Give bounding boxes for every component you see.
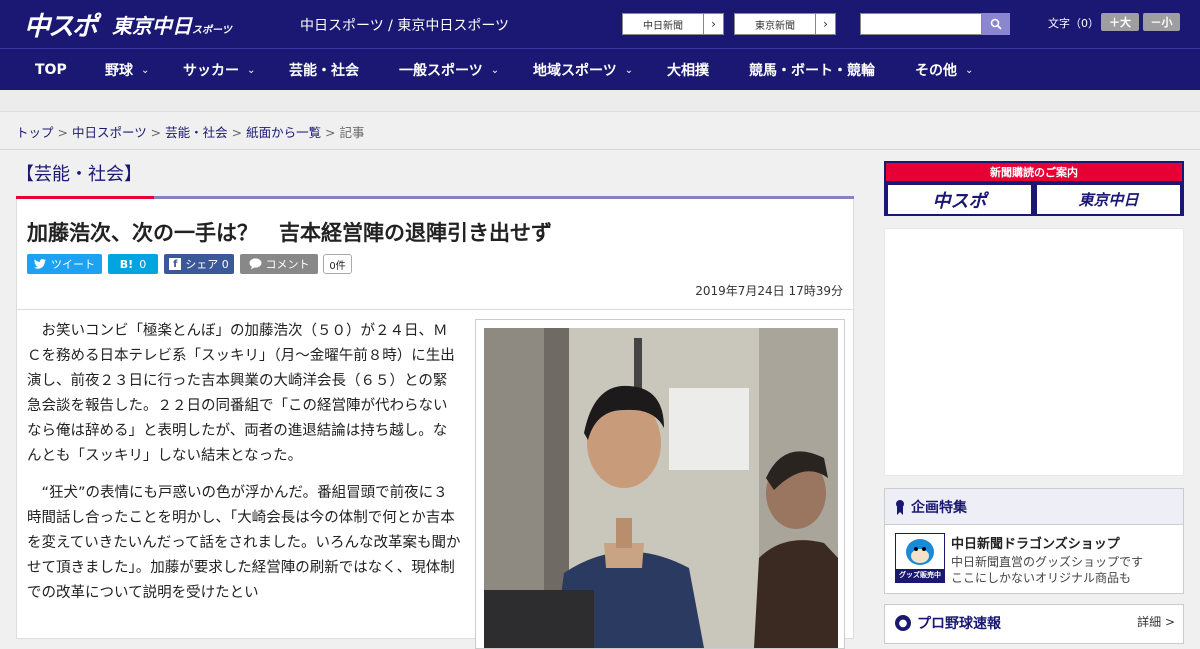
ad-box	[884, 228, 1184, 476]
twitter-bird-icon	[34, 259, 46, 269]
nav-item-label: 芸能・社会	[289, 63, 359, 79]
nav-item-sumo[interactable]: 大相撲	[667, 49, 709, 91]
breadcrumb: トップ > 中日スポーツ > 芸能・社会 > 紙面から一覧 > 記事	[16, 122, 365, 141]
feature-box: 企画特集 グッズ販売中 中日新聞ドラゴンズショップ 中日新聞直営のグッズショップ…	[884, 488, 1184, 594]
tokyo-chunichi-logo-text: 東京中日	[112, 14, 192, 38]
breadcrumb-current: 記事	[339, 125, 365, 140]
tokyo-chunichi-logo[interactable]: 東京中日スポーツ	[112, 10, 232, 39]
article-photo[interactable]	[475, 319, 845, 649]
feature-box-header: 企画特集	[885, 489, 1183, 525]
pro-baseball-title-text: プロ野球速報	[917, 616, 1001, 632]
divider	[17, 309, 853, 310]
subscription-tokyo-chunichi-link[interactable]: 東京中日	[1037, 185, 1180, 214]
publish-date: 2019年7月24日 17時39分	[695, 284, 843, 298]
tweet-label: ツイート	[51, 258, 95, 271]
tokyo-chunichi-logo-sub: スポーツ	[192, 25, 232, 36]
chevron-down-icon: ⌄	[141, 64, 150, 76]
facebook-icon: f	[169, 258, 182, 270]
breadcrumb-link-entertainment[interactable]: 芸能・社会	[165, 125, 228, 140]
search-button[interactable]	[982, 13, 1010, 35]
nav-item-racing[interactable]: 競馬・ボート・競輪	[749, 49, 875, 91]
breadcrumb-link-paper-list[interactable]: 紙面から一覧	[246, 125, 321, 140]
tokyo-shimbun-link[interactable]: 東京新聞 ›	[734, 13, 836, 35]
dragons-shop-icon[interactable]: グッズ販売中	[895, 533, 945, 583]
chunichi-shimbun-link[interactable]: 中日新聞 ›	[622, 13, 724, 35]
nav-item-label: TOP	[35, 62, 67, 78]
chunichi-sports-logo[interactable]: 中スポ	[24, 6, 98, 43]
breadcrumb-separator: >	[146, 125, 166, 140]
article-paragraph: “狂犬”の表情にも戸惑いの色が浮かんだ。番組冒頭で前夜に３時間話し合ったことを明…	[27, 485, 461, 601]
hatena-bookmark-button[interactable]: B! 0	[108, 254, 158, 274]
subscription-chunichi-sports-link[interactable]: 中スポ	[888, 185, 1031, 214]
divider	[0, 149, 1200, 150]
main-nav: TOP 野球 ⌄ サッカー ⌄ 芸能・社会 一般スポーツ ⌄ 地域スポーツ ⌄ 大相撲 …	[0, 48, 1200, 90]
breadcrumb-separator: >	[227, 125, 247, 140]
tweet-button[interactable]: ツイート	[27, 254, 102, 274]
chevron-down-icon: ⌄	[965, 64, 974, 76]
nav-item-label: 競馬・ボート・競輪	[749, 63, 875, 79]
ad-strip	[0, 90, 1200, 112]
article-card: 加藤浩次、次の一手は？ 吉本経営陣の退陣引き出せず ツイート B! 0 f シェ…	[16, 199, 854, 649]
nav-item-top[interactable]: TOP	[35, 49, 67, 91]
article-paragraph: お笑いコンビ「極楽とんぼ」の加藤浩次（５０）が２４日、ＭＣを務める日本テレビ系「…	[27, 323, 455, 464]
font-decrease-button[interactable]: －小	[1143, 13, 1180, 31]
hatena-count: 0	[139, 257, 147, 271]
shop-title-link[interactable]: 中日新聞ドラゴンズショップ	[951, 533, 1120, 552]
breadcrumb-link-top[interactable]: トップ	[16, 125, 54, 140]
chevron-down-icon: ⌄	[624, 64, 634, 76]
nav-item-label: サッカー	[183, 63, 239, 79]
baseball-icon: ●	[895, 615, 911, 631]
nav-item-other[interactable]: その他 ⌄	[915, 49, 973, 91]
comment-count: 0件	[323, 254, 352, 274]
pro-baseball-details-link[interactable]: 詳細 >	[1137, 613, 1175, 630]
site-name: 中日スポーツ / 東京中日スポーツ	[300, 18, 510, 34]
ribbon-icon	[896, 499, 904, 515]
breadcrumb-link-chunichi-sports[interactable]: 中日スポーツ	[72, 125, 147, 140]
chevron-down-icon: ⌄	[247, 64, 256, 76]
subscription-banner[interactable]: 新聞購読のご案内 中スポ 東京中日	[884, 161, 1184, 216]
pro-baseball-box: ● プロ野球速報 詳細 >	[884, 604, 1184, 644]
feature-box-title: 企画特集	[911, 499, 967, 516]
pro-baseball-title: ● プロ野球速報	[895, 613, 1001, 633]
breadcrumb-separator: >	[53, 125, 72, 140]
nav-item-label: 地域スポーツ	[533, 63, 617, 79]
nav-item-baseball[interactable]: 野球 ⌄	[105, 49, 149, 91]
nav-item-label: 一般スポーツ	[399, 63, 483, 79]
nav-item-label: 大相撲	[667, 63, 709, 79]
search-icon	[990, 18, 1002, 30]
facebook-share-count: 0	[221, 257, 229, 271]
nav-item-general-sports[interactable]: 一般スポーツ ⌄	[399, 49, 499, 91]
category-heading: 【芸能・社会】	[16, 164, 142, 185]
facebook-share-button[interactable]: f シェア 0	[164, 254, 234, 274]
article-headline: 加藤浩次、次の一手は？ 吉本経営陣の退陣引き出せず	[27, 221, 552, 245]
hatena-icon: B!	[119, 257, 134, 271]
subscription-banner-label: 新聞購読のご案内	[886, 163, 1182, 181]
nav-item-entertainment[interactable]: 芸能・社会	[289, 49, 359, 91]
breadcrumb-separator: >	[321, 125, 340, 140]
nav-item-soccer[interactable]: サッカー ⌄	[183, 49, 255, 91]
site-header: 中スポ 東京中日スポーツ 中日スポーツ / 東京中日スポーツ 中日新聞 › 東京…	[0, 0, 1200, 48]
nav-item-label: その他	[915, 63, 957, 79]
nav-item-local-sports[interactable]: 地域スポーツ ⌄	[533, 49, 633, 91]
shop-description: ここにしかないオリジナル商品も	[951, 571, 1132, 585]
tokyo-shimbun-label: 東京新聞	[755, 20, 795, 32]
font-size-label: 文字（0）	[1048, 17, 1099, 30]
comment-button[interactable]: コメント	[240, 254, 318, 274]
search-input[interactable]	[860, 13, 982, 35]
facebook-share-label: シェア	[185, 258, 219, 271]
article-body: お笑いコンビ「極楽とんぼ」の加藤浩次（５０）が２４日、ＭＣを務める日本テレビ系「…	[27, 319, 461, 618]
chunichi-shimbun-label: 中日新聞	[643, 20, 683, 32]
chevron-right-icon: ›	[703, 14, 723, 34]
shop-icon-text: グッズ販売中	[899, 571, 941, 579]
chevron-down-icon: ⌄	[490, 64, 500, 76]
comment-bubble-icon	[249, 258, 261, 270]
chevron-right-icon: ›	[815, 14, 835, 34]
nav-item-label: 野球	[105, 63, 133, 79]
comment-label: コメント	[265, 258, 310, 271]
shop-description: 中日新聞直営のグッズショップです	[951, 555, 1144, 569]
font-increase-button[interactable]: ＋大	[1101, 13, 1139, 31]
article-photo-image	[484, 328, 838, 648]
